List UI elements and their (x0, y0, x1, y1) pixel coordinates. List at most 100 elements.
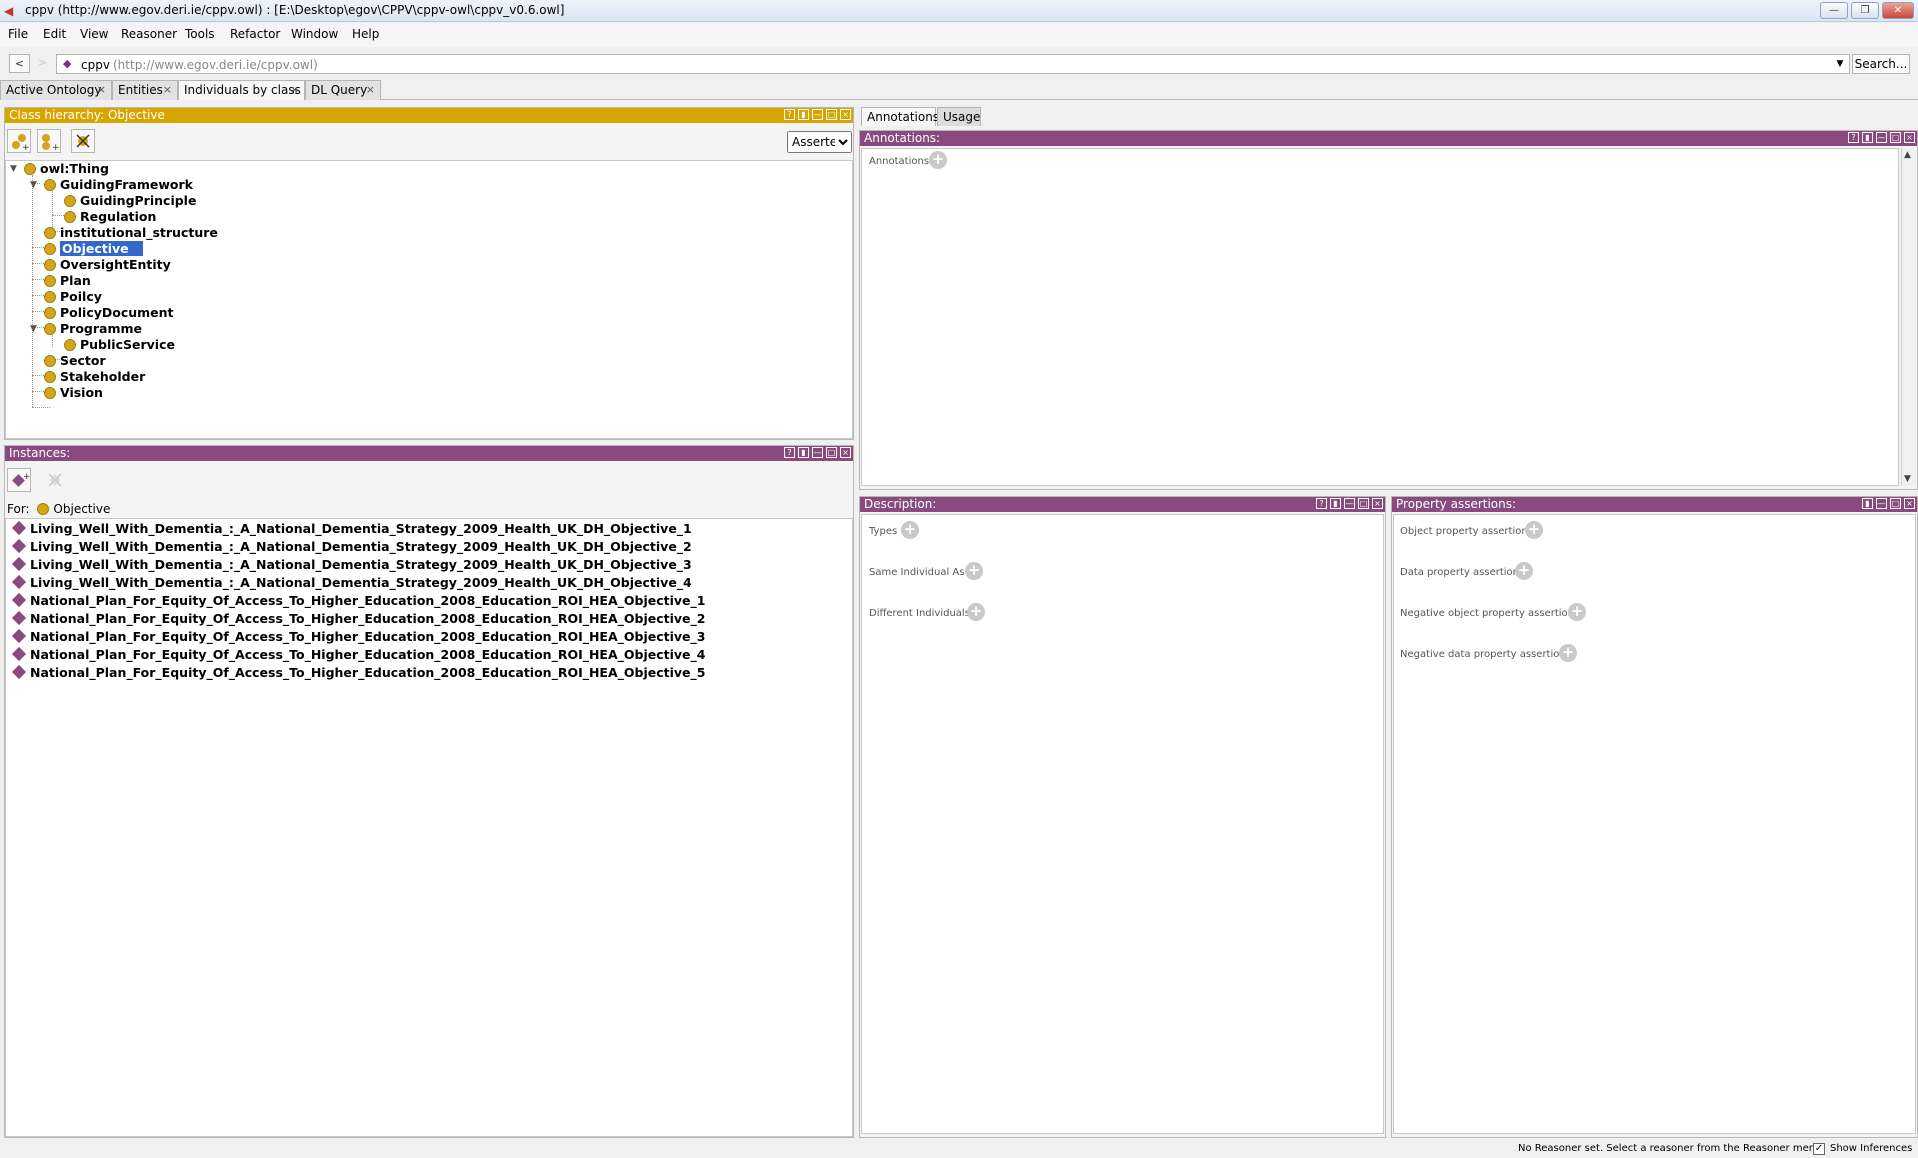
add-annotation-icon[interactable]: + (929, 151, 947, 169)
maximize-icon[interactable]: □ (826, 109, 837, 120)
close-icon[interactable]: × (163, 81, 172, 99)
close-button[interactable]: ✕ (1882, 2, 1914, 19)
minimize-button[interactable]: — (1820, 2, 1848, 19)
hierarchy-mode-select[interactable]: Asserted (787, 131, 852, 153)
split-icon[interactable]: ▮ (1330, 498, 1341, 509)
expand-toggle-icon[interactable]: ▼ (8, 164, 19, 175)
tab-active-ontology[interactable]: Active Ontology × (0, 80, 112, 100)
minimize-icon[interactable]: — (1876, 132, 1887, 143)
close-icon[interactable]: × (290, 81, 299, 99)
tree-node-poilcy[interactable]: Poilcy (44, 289, 102, 305)
class-icon (44, 275, 56, 287)
list-item[interactable]: Living_Well_With_Dementia_:_A_National_D… (11, 574, 692, 591)
class-icon (44, 387, 56, 399)
tab-annotations[interactable]: Annotations (861, 107, 940, 126)
maximize-icon[interactable]: □ (1890, 132, 1901, 143)
close-icon[interactable]: × (1904, 132, 1915, 143)
tree-node-owl-thing[interactable]: owl:Thing (24, 161, 109, 177)
list-item[interactable]: National_Plan_For_Equity_Of_Access_To_Hi… (11, 646, 705, 663)
help-icon[interactable]: ? (784, 447, 795, 458)
tree-node-regulation[interactable]: Regulation (64, 209, 156, 225)
expand-toggle-icon[interactable]: ▼ (28, 324, 39, 335)
menu-tools[interactable]: Tools (185, 27, 215, 41)
add-sibling-class-button[interactable]: + (37, 129, 61, 153)
annotations-scrollbar[interactable]: ▲ ▼ (1901, 148, 1916, 486)
add-individual-button[interactable]: + (7, 468, 31, 492)
tree-node-policydocument[interactable]: PolicyDocument (44, 305, 174, 321)
tree-node-oversightentity[interactable]: OversightEntity (44, 257, 171, 273)
tree-node-plan[interactable]: Plan (44, 273, 91, 289)
split-icon[interactable]: ▮ (1862, 132, 1873, 143)
maximize-icon[interactable]: □ (826, 447, 837, 458)
forward-button[interactable]: > (32, 54, 53, 73)
add-object-property-icon[interactable]: + (1525, 521, 1543, 539)
minimize-icon[interactable]: — (1344, 498, 1355, 509)
close-icon[interactable]: × (840, 447, 851, 458)
chevron-down-icon[interactable]: ▼ (1833, 57, 1847, 71)
add-negative-object-property-icon[interactable]: + (1568, 603, 1586, 621)
list-item[interactable]: National_Plan_For_Equity_Of_Access_To_Hi… (11, 610, 705, 627)
help-icon[interactable]: ? (1316, 498, 1327, 509)
menu-view[interactable]: View (80, 27, 108, 41)
tab-entities[interactable]: Entities × (112, 80, 178, 100)
list-item[interactable]: Living_Well_With_Dementia_:_A_National_D… (11, 538, 692, 555)
help-icon[interactable]: ? (1848, 132, 1859, 143)
split-icon[interactable]: ▮ (798, 109, 809, 120)
tab-individuals-by-class[interactable]: Individuals by class × (178, 80, 305, 100)
menu-reasoner[interactable]: Reasoner (121, 27, 177, 41)
menu-help[interactable]: Help (352, 27, 379, 41)
panel-controls: ? ▮ — □ × (781, 109, 851, 121)
menu-file[interactable]: File (8, 27, 28, 41)
add-type-icon[interactable]: + (901, 521, 919, 539)
back-button[interactable]: < (9, 54, 30, 73)
list-item[interactable]: National_Plan_For_Equity_Of_Access_To_Hi… (11, 592, 705, 609)
scroll-up-icon[interactable]: ▲ (1904, 150, 1911, 160)
tab-label: Annotations (867, 110, 940, 124)
help-icon[interactable]: ? (784, 109, 795, 120)
tree-node-publicservice[interactable]: PublicService (64, 337, 175, 353)
tree-node-guidingframework[interactable]: GuidingFramework (44, 177, 193, 193)
close-icon[interactable]: × (1904, 498, 1915, 509)
split-icon[interactable]: ▮ (798, 447, 809, 458)
add-same-individual-icon[interactable]: + (965, 562, 983, 580)
restore-button[interactable]: ❐ (1851, 2, 1879, 19)
add-subclass-button[interactable]: + (7, 129, 31, 153)
tab-usage[interactable]: Usage (937, 107, 981, 126)
ontology-selector[interactable]: ◆ cppv (http://www.egov.deri.ie/cppv.owl… (56, 54, 1850, 74)
add-data-property-icon[interactable]: + (1515, 562, 1533, 580)
tree-node-programme[interactable]: Programme (44, 321, 142, 337)
tree-node-guidingprinciple[interactable]: GuidingPrinciple (64, 193, 196, 209)
menu-window[interactable]: Window (291, 27, 338, 41)
split-icon[interactable]: ▮ (1862, 498, 1873, 509)
add-different-individual-icon[interactable]: + (967, 603, 985, 621)
list-item[interactable]: Living_Well_With_Dementia_:_A_National_D… (11, 556, 692, 573)
add-negative-data-property-icon[interactable]: + (1559, 644, 1577, 662)
tree-node-stakeholder[interactable]: Stakeholder (44, 369, 145, 385)
list-item[interactable]: National_Plan_For_Equity_Of_Access_To_Hi… (11, 628, 705, 645)
maximize-icon[interactable]: □ (1890, 498, 1901, 509)
tree-node-vision[interactable]: Vision (44, 385, 103, 401)
expand-toggle-icon[interactable]: ▼ (28, 180, 39, 191)
list-item[interactable]: Living_Well_With_Dementia_:_A_National_D… (11, 520, 692, 537)
minimize-icon[interactable]: — (1876, 498, 1887, 509)
close-icon[interactable]: × (97, 81, 106, 99)
close-icon[interactable]: × (366, 81, 375, 99)
tab-dl-query[interactable]: DL Query × (305, 80, 381, 100)
minimize-icon[interactable]: — (812, 447, 823, 458)
close-icon[interactable]: × (840, 109, 851, 120)
individual-icon (11, 610, 27, 626)
close-icon[interactable]: × (1372, 498, 1383, 509)
delete-class-button[interactable] (71, 129, 95, 153)
menu-edit[interactable]: Edit (43, 27, 66, 41)
tree-node-institutional-structure[interactable]: institutional_structure (44, 225, 218, 241)
minimize-icon[interactable]: — (812, 109, 823, 120)
scroll-down-icon[interactable]: ▼ (1904, 474, 1911, 484)
delete-individual-button[interactable] (43, 468, 67, 492)
search-button[interactable]: Search... (1852, 54, 1910, 74)
maximize-icon[interactable]: □ (1358, 498, 1369, 509)
show-inferences-checkbox[interactable]: ✓ (1813, 1143, 1825, 1155)
menu-refactor[interactable]: Refactor (230, 27, 280, 41)
tree-node-objective[interactable]: Objective (44, 240, 144, 257)
tree-node-sector[interactable]: Sector (44, 353, 106, 369)
list-item[interactable]: National_Plan_For_Equity_Of_Access_To_Hi… (11, 664, 705, 681)
